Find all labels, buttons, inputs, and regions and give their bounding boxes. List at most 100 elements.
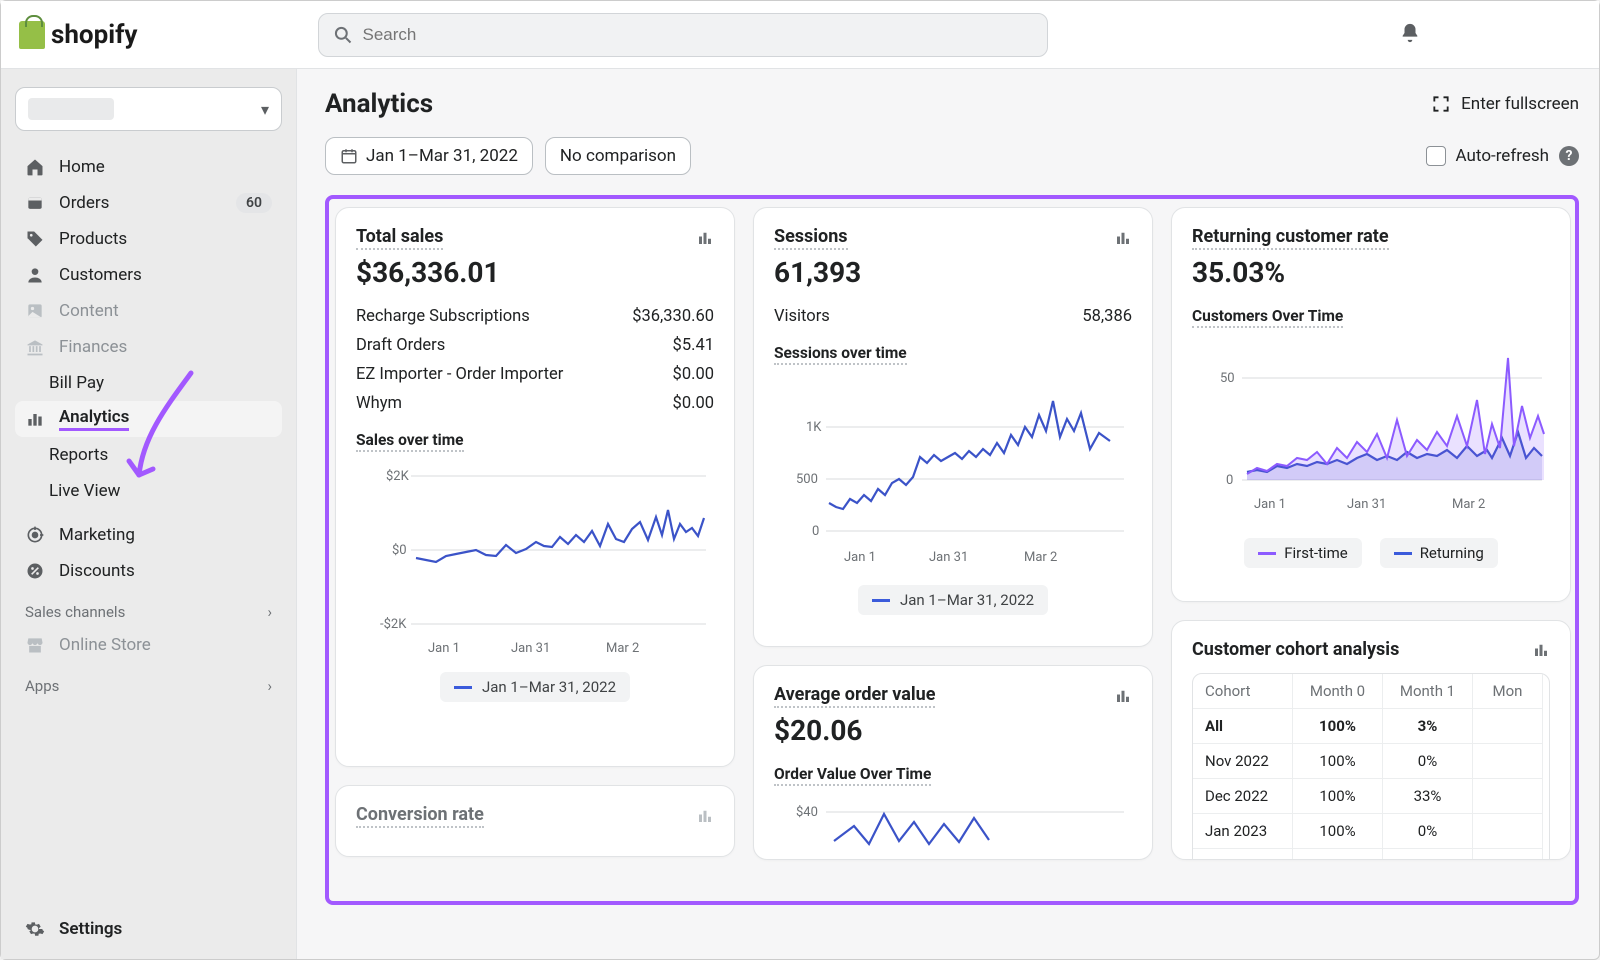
cohort-table: CohortMonth 0Month 1Mon All100%3% Nov 20… <box>1192 673 1550 860</box>
target-icon <box>25 525 45 545</box>
sidebar-label: Discounts <box>59 561 135 581</box>
sidebar-label: Home <box>59 157 105 177</box>
sessions-chart: 1K 500 0 Jan 1 Jan 31 Mar 2 <box>774 375 1132 575</box>
svg-text:Jan 31: Jan 31 <box>511 641 550 656</box>
discount-icon <box>25 561 45 581</box>
svg-text:Jan 1: Jan 1 <box>428 641 460 656</box>
search-icon <box>333 25 353 45</box>
sidebar-item-online-store[interactable]: Online Store <box>15 627 282 663</box>
svg-text:$40: $40 <box>796 805 818 820</box>
shopify-logo: shopify <box>19 20 138 50</box>
dashboard-highlight-frame: Total sales $36,336.01 Recharge Subscrip… <box>325 195 1579 905</box>
chart-legend: Jan 1–Mar 31, 2022 <box>440 672 630 702</box>
sidebar-label: Customers <box>59 265 142 285</box>
sidebar-item-customers[interactable]: Customers <box>15 257 282 293</box>
store-name-placeholder <box>28 98 114 120</box>
calendar-icon <box>340 147 358 165</box>
svg-text:Mar 2: Mar 2 <box>1452 497 1485 512</box>
search-input[interactable] <box>363 25 1033 45</box>
bar-chart-icon[interactable] <box>696 807 714 825</box>
card-total-sales[interactable]: Total sales $36,336.01 Recharge Subscrip… <box>335 207 735 767</box>
sidebar-label: Settings <box>59 919 122 939</box>
card-average-order-value[interactable]: Average order value $20.06 Order Value O… <box>753 665 1153 860</box>
help-icon[interactable]: ? <box>1559 146 1579 166</box>
sidebar-label: Content <box>59 301 119 321</box>
apps-header[interactable]: Apps › <box>15 663 282 701</box>
auto-refresh-label: Auto-refresh <box>1456 146 1549 166</box>
content-icon <box>25 301 45 321</box>
returning-rate-value: 35.03% <box>1192 256 1550 289</box>
total-sales-value: $36,336.01 <box>356 256 714 289</box>
sidebar-item-settings[interactable]: Settings <box>15 909 282 949</box>
bank-icon <box>25 337 45 357</box>
sales-channels-header[interactable]: Sales channels › <box>15 589 282 627</box>
card-returning-customer-rate[interactable]: Returning customer rate 35.03% Customers… <box>1171 207 1571 602</box>
svg-text:Jan 1: Jan 1 <box>844 550 876 565</box>
sidebar-item-marketing[interactable]: Marketing <box>15 517 282 553</box>
fullscreen-icon <box>1431 94 1451 114</box>
card-cohort-analysis[interactable]: Customer cohort analysis CohortMonth 0Mo… <box>1171 620 1571 860</box>
sidebar-item-content[interactable]: Content <box>15 293 282 329</box>
svg-text:0: 0 <box>1226 473 1233 488</box>
notifications-bell-icon[interactable] <box>1399 21 1421 49</box>
svg-text:$0: $0 <box>392 543 407 558</box>
bar-chart-icon <box>25 409 45 429</box>
sales-over-time-chart: $2K $0 -$2K Jan 1 Jan 31 Mar 2 <box>356 462 714 662</box>
chevron-right-icon: › <box>267 677 272 695</box>
svg-text:Jan 31: Jan 31 <box>929 550 968 565</box>
bar-chart-icon[interactable] <box>1114 687 1132 705</box>
comparison-button[interactable]: No comparison <box>545 137 691 175</box>
aov-chart: $40 <box>774 796 1132 856</box>
card-sessions[interactable]: Sessions 61,393 Visitors58,386 Sessions … <box>753 207 1153 647</box>
sidebar-label: Online Store <box>59 635 151 655</box>
sidebar-item-discounts[interactable]: Discounts <box>15 553 282 589</box>
sidebar-item-products[interactable]: Products <box>15 221 282 257</box>
svg-text:Jan 1: Jan 1 <box>1254 497 1286 512</box>
sidebar-label: Live View <box>49 481 120 501</box>
bar-chart-icon[interactable] <box>1114 229 1132 247</box>
sidebar-item-liveview[interactable]: Live View <box>15 473 282 509</box>
card-conversion-rate[interactable]: Conversion rate <box>335 785 735 857</box>
sidebar-label: Marketing <box>59 525 135 545</box>
svg-text:$2K: $2K <box>386 469 410 484</box>
sidebar-item-finances[interactable]: Finances <box>15 329 282 365</box>
sidebar-item-analytics[interactable]: Analytics <box>15 401 282 437</box>
sidebar-item-home[interactable]: Home <box>15 149 282 185</box>
aov-value: $20.06 <box>774 714 1132 747</box>
orders-badge: 60 <box>236 193 272 213</box>
enter-fullscreen-button[interactable]: Enter fullscreen <box>1431 94 1579 114</box>
orders-icon <box>25 193 45 213</box>
sidebar-item-reports[interactable]: Reports <box>15 437 282 473</box>
chart-legend: First-time Returning <box>1192 538 1550 568</box>
svg-text:0: 0 <box>812 524 819 539</box>
svg-text:1K: 1K <box>806 420 822 435</box>
svg-text:-$2K: -$2K <box>380 617 407 632</box>
store-icon <box>25 635 45 655</box>
auto-refresh-checkbox[interactable] <box>1426 146 1446 166</box>
sidebar-label: Orders <box>59 193 109 213</box>
sidebar-item-orders[interactable]: Orders 60 <box>15 185 282 221</box>
sidebar-label: Reports <box>49 445 108 465</box>
search-input-container[interactable] <box>318 13 1048 57</box>
sidebar-item-billpay[interactable]: Bill Pay <box>15 365 282 401</box>
bag-icon <box>19 21 45 49</box>
chevron-down-icon: ▾ <box>261 100 269 119</box>
home-icon <box>25 157 45 177</box>
chevron-right-icon: › <box>267 603 272 621</box>
svg-text:Jan 31: Jan 31 <box>1347 497 1386 512</box>
date-range-button[interactable]: Jan 1–Mar 31, 2022 <box>325 137 533 175</box>
sessions-value: 61,393 <box>774 256 1132 289</box>
page-title: Analytics <box>325 89 433 119</box>
gear-icon <box>25 919 45 939</box>
store-selector[interactable]: ▾ <box>15 87 282 131</box>
bar-chart-icon[interactable] <box>1532 641 1550 659</box>
bar-chart-icon[interactable] <box>696 229 714 247</box>
svg-text:Mar 2: Mar 2 <box>1024 550 1057 565</box>
sidebar-label: Products <box>59 229 127 249</box>
sidebar-label: Analytics <box>59 407 129 431</box>
tag-icon <box>25 229 45 249</box>
svg-text:Mar 2: Mar 2 <box>606 641 639 656</box>
brand-text: shopify <box>51 20 138 50</box>
customers-over-time-chart: 50 0 Jan 1 Jan 31 <box>1192 338 1550 528</box>
svg-text:500: 500 <box>796 472 818 487</box>
